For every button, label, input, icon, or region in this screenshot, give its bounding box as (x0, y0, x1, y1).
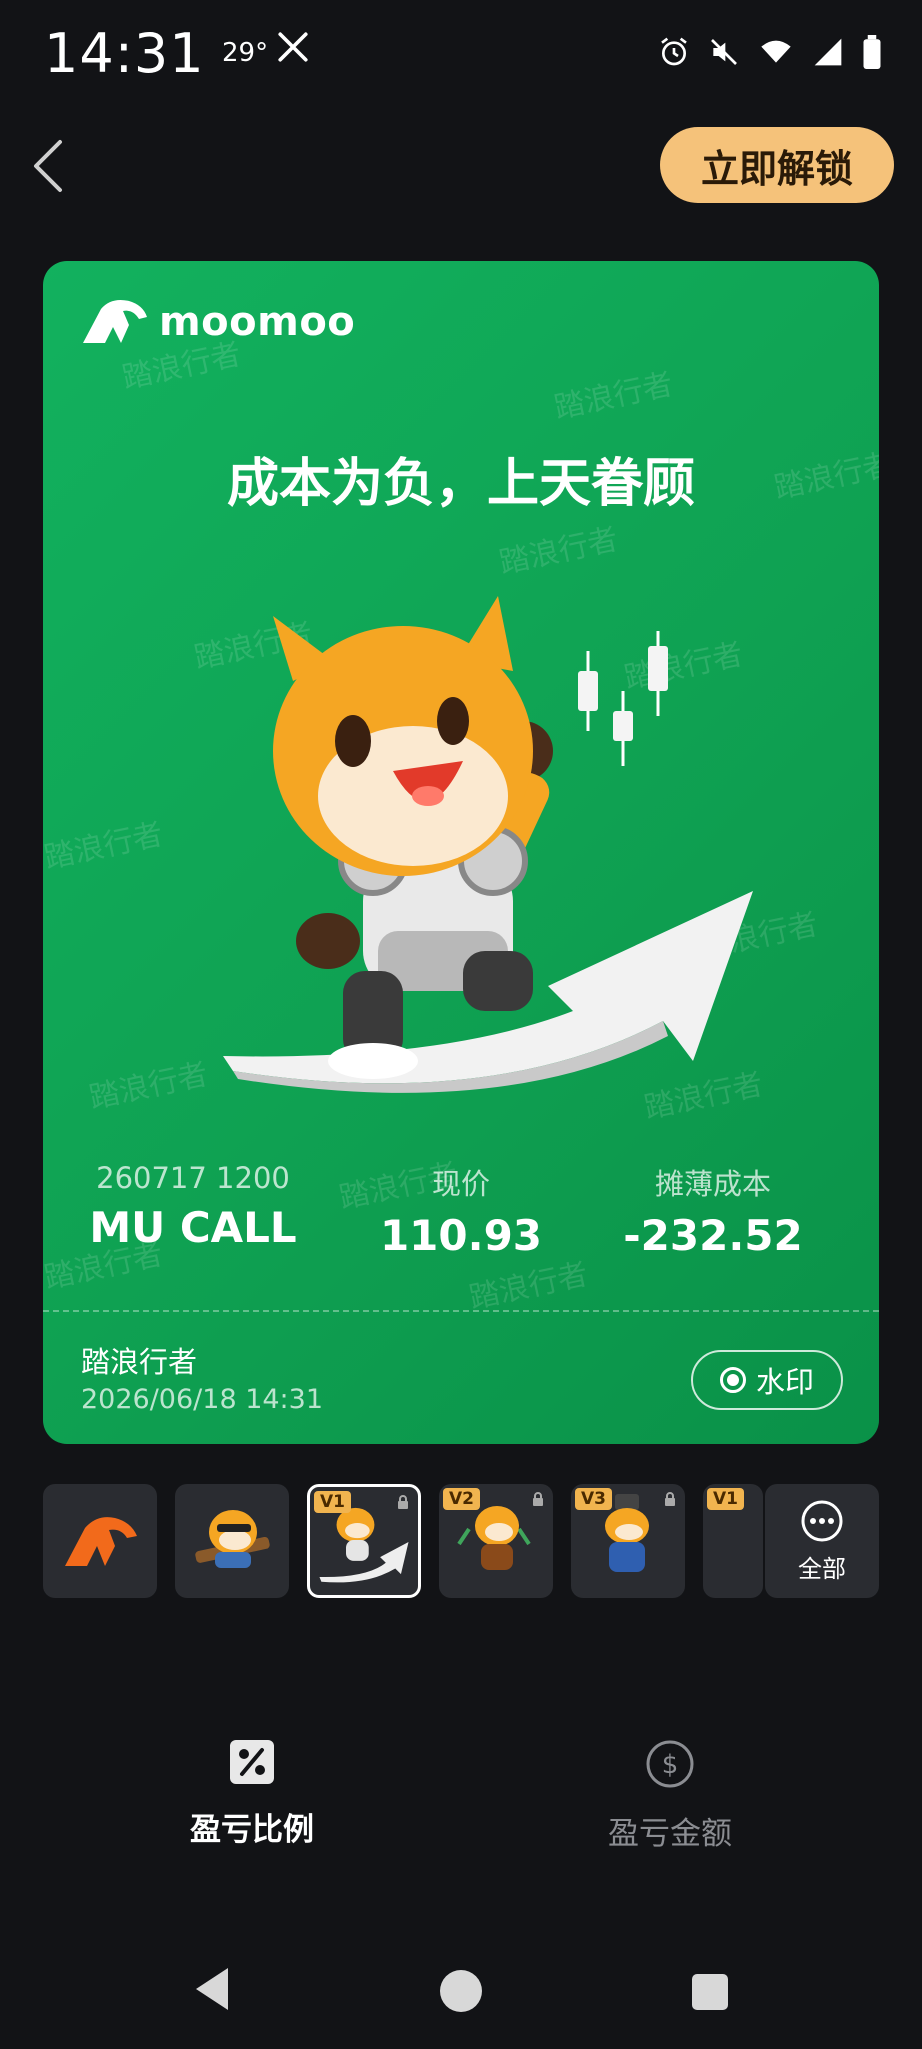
status-temperature: 29° (222, 38, 269, 68)
all-templates-button[interactable]: 全部 (765, 1484, 879, 1598)
mute-icon (711, 39, 737, 65)
back-button[interactable] (28, 136, 68, 196)
version-badge: V2 (443, 1488, 480, 1510)
watermark-toggle[interactable]: 水印 (691, 1350, 843, 1410)
price-value: 110.93 (379, 1211, 543, 1260)
radio-checked-icon (719, 1367, 746, 1393)
template-thumbnail-strip: V1 V2 V3 V1 全部 (43, 1484, 879, 1598)
watermark: 踏浪行者 (43, 816, 167, 877)
dollar-circle-icon: $ (646, 1740, 694, 1788)
tab-profit-amount[interactable]: $ 盈亏金额 (560, 1738, 780, 1853)
card-divider (43, 1310, 879, 1312)
lock-icon (398, 1495, 408, 1509)
tab-profit-ratio[interactable]: 盈亏比例 (142, 1738, 362, 1849)
username: 踏浪行者 (81, 1345, 198, 1379)
bull-mascot-surfing-arrow-icon (223, 596, 753, 1093)
status-time: 14:31 (44, 22, 205, 85)
share-datetime: 2026/06/18 14:31 (81, 1384, 324, 1415)
brand-name: moomoo (159, 299, 356, 345)
status-icons (658, 34, 882, 70)
template-thumb-mascot-1[interactable] (175, 1484, 289, 1598)
template-thumb-mascot-3[interactable]: V2 (439, 1484, 553, 1598)
svg-text:$: $ (662, 1750, 679, 1780)
bull-logo-icon (65, 1517, 137, 1566)
tab-label: 盈亏比例 (190, 1812, 314, 1848)
price-label: 现价 (431, 1167, 490, 1201)
contract-value: MU CALL (89, 1203, 297, 1252)
tab-label: 盈亏金额 (608, 1816, 732, 1852)
cost-value: -232.52 (623, 1211, 803, 1260)
contract-label: 260717 1200 (96, 1161, 290, 1195)
share-card: 踏浪行者 踏浪行者 踏浪行者 踏浪行者 踏浪行者 踏浪行者 踏浪行者 踏浪行者 … (43, 261, 879, 1444)
lock-icon (665, 1492, 675, 1506)
x-app-icon (278, 32, 308, 62)
signal-icon (814, 38, 842, 66)
template-thumb-mascot-4[interactable]: V3 (571, 1484, 685, 1598)
watermark: 踏浪行者 (496, 521, 622, 582)
wifi-icon (761, 40, 791, 63)
cost-stat: 摊薄成本 -232.52 (603, 1161, 823, 1260)
price-stat: 现价 110.93 (351, 1161, 571, 1260)
template-thumb-mascot-2[interactable]: V1 (307, 1484, 421, 1598)
system-recents-button[interactable] (692, 1974, 728, 2010)
bull-logo-icon (83, 300, 147, 343)
watermark: 踏浪行者 (86, 1056, 212, 1117)
lock-icon (533, 1492, 543, 1506)
card-title: 成本为负，上天眷顾 (226, 454, 695, 514)
all-templates-label: 全部 (798, 1554, 846, 1583)
alarm-icon (661, 37, 687, 66)
version-badge: V3 (575, 1488, 612, 1510)
moomoo-logo: moomoo (81, 297, 355, 347)
mascot-lounging-icon (195, 1510, 270, 1568)
percent-icon (230, 1740, 274, 1784)
template-thumb-mascot-5[interactable]: V1 (703, 1484, 763, 1598)
version-badge: V1 (314, 1491, 351, 1513)
system-back-button[interactable] (192, 1966, 232, 2012)
version-badge: V1 (707, 1488, 744, 1510)
watermark: 踏浪行者 (551, 366, 677, 427)
template-thumb-logo[interactable] (43, 1484, 157, 1598)
system-home-button[interactable] (440, 1970, 482, 2012)
unlock-now-button[interactable]: 立即解锁 (660, 127, 894, 203)
contract-stat: 260717 1200 MU CALL (83, 1161, 303, 1252)
battery-icon (863, 35, 881, 69)
watermark-toggle-label: 水印 (755, 1365, 814, 1399)
cost-label: 摊薄成本 (654, 1167, 771, 1201)
more-dots-icon (801, 1500, 843, 1541)
